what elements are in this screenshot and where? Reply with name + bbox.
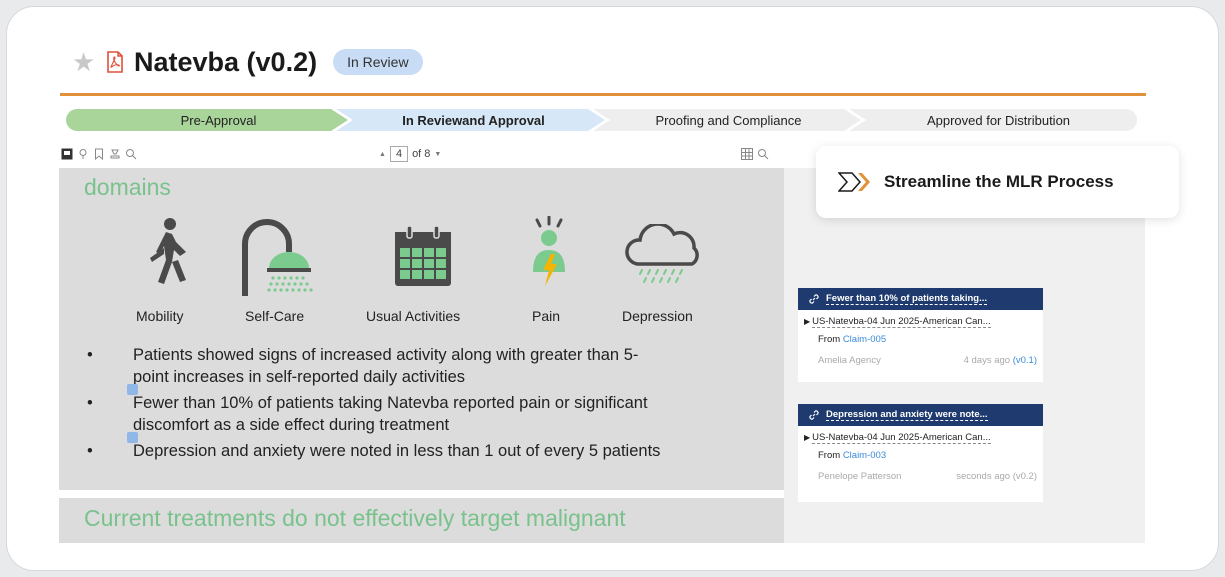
comment-author: Penelope Patterson [818, 471, 902, 482]
bullet-item: • Fewer than 10% of patients taking Nate… [87, 384, 777, 436]
comment-icon[interactable] [61, 148, 73, 160]
bullet-dot: • [87, 394, 93, 412]
bullet-line: discomfort as a side effect during treat… [133, 416, 450, 434]
zoom-icon[interactable] [757, 148, 769, 160]
comment-version: (v0.1) [1012, 355, 1037, 366]
bookmark-icon[interactable] [93, 148, 105, 160]
icon-label-mobility: Mobility [136, 308, 184, 324]
comment-time: seconds ago [956, 471, 1011, 482]
shower-icon [242, 219, 313, 296]
document-title: Natevba (v0.2) [134, 46, 318, 77]
bullet-item: • Patients showed signs of increased act… [87, 344, 777, 388]
comment-card[interactable]: Depression and anxiety were note... ▶ US-… [798, 404, 1043, 502]
approval-stepper: Pre-Approval In Reviewand Approval Proof… [66, 109, 1137, 131]
step-in-review[interactable]: In Reviewand Approval [356, 109, 591, 131]
step-label: In Reviewand Approval [402, 112, 545, 128]
bullet-list: • Patients showed signs of increased act… [87, 344, 777, 466]
bullet-item: • Depression and anxiety were noted in l… [87, 432, 777, 462]
icon-label-usual-activities: Usual Activities [366, 308, 461, 324]
page-number-input[interactable]: 4 [389, 146, 409, 162]
process-chevrons-icon [838, 172, 870, 192]
pain-person-icon [533, 216, 565, 286]
from-label: From [818, 450, 841, 461]
comment-author: Amelia Agency [818, 355, 881, 366]
icon-label-self-care: Self-Care [245, 308, 305, 324]
bullet-line: Patients showed signs of increased activ… [133, 346, 639, 364]
next-section-heading: Current treatments do not effectively ta… [84, 505, 626, 531]
comment-card[interactable]: Fewer than 10% of patients taking... ▶ US… [798, 288, 1043, 382]
link-icon [809, 294, 819, 304]
grid-view-icon[interactable] [741, 148, 753, 160]
status-badge: In Review [333, 49, 423, 75]
comment-reference[interactable]: ▶ US-Natevba-04 Jun 2025-American Can... [798, 426, 1043, 448]
bullet-dot: • [87, 346, 93, 364]
step-proofing[interactable]: Proofing and Compliance [611, 109, 846, 131]
page-up-icon[interactable]: ▲ [379, 151, 386, 158]
pin-icon[interactable] [77, 148, 89, 160]
comment-from: From Claim-005 [798, 332, 1043, 352]
page-down-icon[interactable]: ▼ [434, 151, 441, 158]
claim-link[interactable]: Claim-003 [843, 450, 886, 461]
link-icon [809, 410, 819, 420]
search-icon[interactable] [125, 148, 137, 160]
comment-time: 4 days ago [963, 355, 1011, 366]
comment-version: (v0.2) [1012, 471, 1037, 482]
pdf-file-icon [107, 51, 123, 73]
icon-label-pain: Pain [532, 308, 561, 324]
comment-reference[interactable]: ▶ US-Natevba-04 Jun 2025-American Can... [798, 310, 1043, 332]
section-heading: domains [84, 174, 171, 200]
step-label: Pre-Approval [180, 112, 257, 128]
page-separator [59, 490, 784, 498]
reference-text: US-Natevba-04 Jun 2025-American Can... [812, 432, 991, 444]
comment-meta: Penelope Patterson seconds ago (v0.2) [798, 468, 1043, 482]
bullet-line: Depression and anxiety were noted in les… [133, 442, 661, 460]
page-total: of 8 [412, 148, 431, 160]
header-divider [60, 93, 1146, 96]
comment-header: Fewer than 10% of patients taking... [798, 288, 1043, 310]
expand-triangle-icon[interactable]: ▶ [804, 317, 810, 326]
annotation-marker-icon[interactable] [127, 432, 138, 443]
document-header: ★ Natevba (v0.2) In Review [72, 44, 423, 80]
viewer-toolbar: ▲ 4 of 8 ▼ [59, 144, 784, 168]
favorite-star-icon[interactable]: ★ [72, 49, 98, 75]
comment-header: Depression and anxiety were note... [798, 404, 1043, 426]
claim-link[interactable]: Claim-005 [843, 334, 886, 345]
document-page: domains Mobility Self-Care Usual Activit… [59, 168, 784, 543]
step-label: Proofing and Compliance [655, 112, 802, 128]
calendar-icon [395, 225, 451, 286]
callout-text: Streamline the MLR Process [884, 172, 1114, 191]
comment-from: From Claim-003 [798, 448, 1043, 468]
feature-callout: Streamline the MLR Process [816, 146, 1179, 218]
from-label: From [818, 334, 841, 345]
annotation-marker-icon[interactable] [127, 384, 138, 395]
comment-title: Depression and anxiety were note... [826, 409, 988, 421]
step-label: Approved for Distribution [926, 112, 1071, 128]
step-approved[interactable]: Approved for Distribution [871, 109, 1126, 131]
icon-label-depression: Depression [622, 308, 693, 324]
bullet-line: Fewer than 10% of patients taking Natevb… [133, 394, 648, 412]
page-navigator: ▲ 4 of 8 ▼ [379, 146, 441, 162]
step-pre-approval[interactable]: Pre-Approval [106, 109, 331, 131]
reference-text: US-Natevba-04 Jun 2025-American Can... [812, 316, 991, 328]
walking-person-icon [150, 218, 186, 284]
bullet-dot: • [87, 442, 93, 460]
comment-title: Fewer than 10% of patients taking... [826, 293, 988, 305]
expand-triangle-icon[interactable]: ▶ [804, 433, 810, 442]
bullet-line: point increases in self-reported daily a… [133, 368, 465, 386]
stamp-icon[interactable] [109, 148, 121, 160]
rain-cloud-icon [625, 224, 699, 283]
comment-meta: Amelia Agency 4 days ago (v0.1) [798, 352, 1043, 366]
